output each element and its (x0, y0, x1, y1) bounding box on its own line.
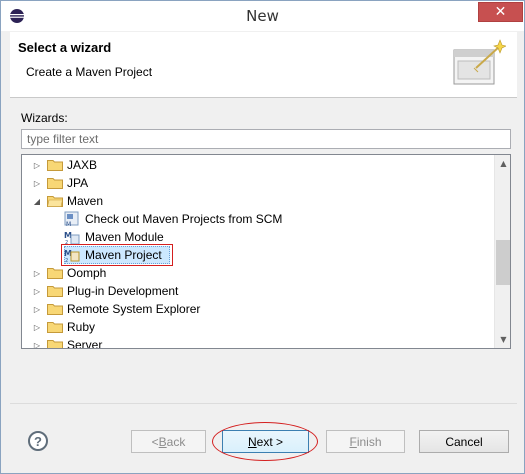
wizard-body: Wizards: ▷ JAXB ▷ JPA ◢ (10, 99, 517, 402)
tree-item-jaxb[interactable]: ▷ JAXB (22, 156, 494, 174)
maven-checkout-icon: M (64, 211, 79, 227)
maven-module-icon: M 2 (64, 231, 80, 245)
tree-item-ruby[interactable]: ▷ Ruby (22, 318, 494, 336)
expand-arrow-icon[interactable]: ▷ (32, 322, 42, 332)
tree-item-label: Maven Module (85, 230, 164, 244)
collapse-arrow-icon[interactable]: ◢ (32, 196, 42, 206)
wizards-label: Wizards: (21, 111, 68, 125)
footer-divider (10, 403, 517, 404)
tree-item-label: Oomph (67, 266, 107, 280)
new-wizard-dialog: New ✕ Select a wizard Create a Maven Pro… (0, 0, 525, 474)
folder-icon (47, 286, 63, 297)
wizard-tree: ▷ JAXB ▷ JPA ◢ Maven M Check out Maven P… (21, 154, 511, 349)
tree-item-label: Server (67, 338, 103, 349)
page-description: Create a Maven Project (26, 65, 153, 79)
finish-button[interactable]: Finish (326, 430, 405, 453)
wizard-banner-icon (453, 39, 506, 85)
scrollbar-thumb[interactable] (496, 240, 510, 285)
tree-item-label: Maven (67, 194, 104, 208)
annotation-ellipse (212, 422, 318, 461)
scroll-up-arrow-icon[interactable]: ▲ (495, 155, 510, 172)
tree-item-label: JAXB (67, 158, 98, 172)
back-button[interactable]: < Back (131, 430, 206, 453)
expand-arrow-icon[interactable]: ▷ (32, 304, 42, 314)
expand-arrow-icon[interactable]: ▷ (32, 160, 42, 170)
tree-item-label: Ruby (67, 320, 96, 334)
expand-arrow-icon[interactable]: ▷ (32, 340, 42, 349)
tree-item-label: Plug-in Development (67, 284, 179, 298)
tree-item-server[interactable]: ▷ Server (22, 336, 494, 349)
svg-text:M: M (66, 221, 71, 227)
tree-item-remote-system-explorer[interactable]: ▷ Remote System Explorer (22, 300, 494, 318)
folder-open-icon (47, 196, 63, 207)
tree-item-plugin-development[interactable]: ▷ Plug-in Development (22, 282, 494, 300)
expand-arrow-icon[interactable]: ▷ (32, 286, 42, 296)
expand-arrow-icon[interactable]: ▷ (32, 178, 42, 188)
back-prefix: < (151, 434, 159, 449)
tree-item-jpa[interactable]: ▷ JPA (22, 174, 494, 192)
back-mnemonic: B (158, 434, 167, 449)
cancel-button[interactable]: Cancel (419, 430, 509, 453)
svg-text:2: 2 (65, 258, 68, 263)
wizard-header: Select a wizard Create a Maven Project (10, 32, 517, 98)
tree-item-label: Remote System Explorer (67, 302, 201, 316)
finish-label-rest: inish (356, 434, 382, 449)
folder-icon (47, 340, 63, 348)
folder-icon (47, 322, 63, 333)
tree-scrollbar[interactable]: ▲ ▼ (494, 155, 510, 348)
folder-icon (47, 304, 63, 315)
tree-item-label: Maven Project (85, 248, 162, 262)
scroll-down-arrow-icon[interactable]: ▼ (495, 331, 510, 348)
help-icon[interactable]: ? (28, 431, 48, 451)
folder-icon (47, 268, 63, 279)
page-title: Select a wizard (18, 40, 112, 55)
close-icon: ✕ (494, 4, 507, 20)
folder-icon (47, 160, 63, 171)
tree-item-label: JPA (67, 176, 89, 190)
tree-item-label: Check out Maven Projects from SCM (85, 212, 283, 226)
tree-item-maven[interactable]: ◢ Maven (22, 192, 494, 210)
window-title: New (246, 7, 279, 25)
expand-arrow-icon[interactable]: ▷ (32, 268, 42, 278)
maven-project-icon: M 2 (64, 249, 80, 263)
back-label-rest: ack (166, 434, 186, 449)
finish-mnemonic: F (349, 434, 357, 449)
close-button[interactable]: ✕ (478, 2, 523, 22)
title-bar[interactable]: New ✕ (1, 1, 524, 31)
tree-item-checkout-maven-scm[interactable]: M Check out Maven Projects from SCM (22, 210, 494, 228)
tree-item-maven-project[interactable]: M 2 Maven Project (22, 244, 494, 266)
filter-input[interactable] (21, 129, 511, 149)
tree-item-oomph[interactable]: ▷ Oomph (22, 264, 494, 282)
folder-icon (47, 178, 63, 189)
